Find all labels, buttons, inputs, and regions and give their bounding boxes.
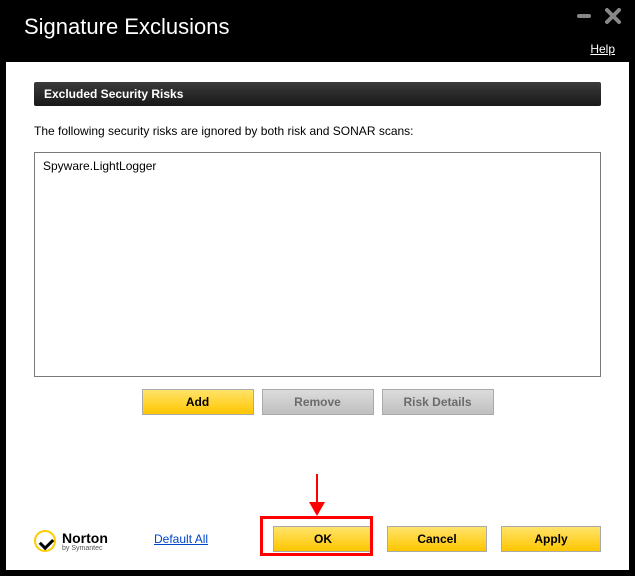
minimize-icon[interactable] <box>577 14 591 18</box>
dialog-window: Signature Exclusions Help Excluded Secur… <box>0 0 635 576</box>
window-title: Signature Exclusions <box>24 14 611 40</box>
close-icon[interactable] <box>605 8 621 24</box>
default-all-link[interactable]: Default All <box>154 532 208 546</box>
title-bar: Signature Exclusions Help <box>0 0 635 62</box>
window-controls <box>577 8 621 24</box>
cancel-button[interactable]: Cancel <box>387 526 487 552</box>
remove-button: Remove <box>262 389 374 415</box>
dialog-footer: Default All OK Cancel Apply <box>34 526 601 552</box>
section-description: The following security risks are ignored… <box>34 124 601 138</box>
risk-details-button: Risk Details <box>382 389 494 415</box>
help-link[interactable]: Help <box>590 42 615 56</box>
list-item[interactable]: Spyware.LightLogger <box>41 157 594 175</box>
annotation-arrow-icon <box>306 474 328 518</box>
add-button[interactable]: Add <box>142 389 254 415</box>
list-action-row: Add Remove Risk Details <box>34 389 601 415</box>
apply-button[interactable]: Apply <box>501 526 601 552</box>
content-panel: Excluded Security Risks The following se… <box>6 62 629 570</box>
ok-button[interactable]: OK <box>273 526 373 552</box>
section-header: Excluded Security Risks <box>34 82 601 106</box>
exclusions-listbox[interactable]: Spyware.LightLogger <box>34 152 601 377</box>
